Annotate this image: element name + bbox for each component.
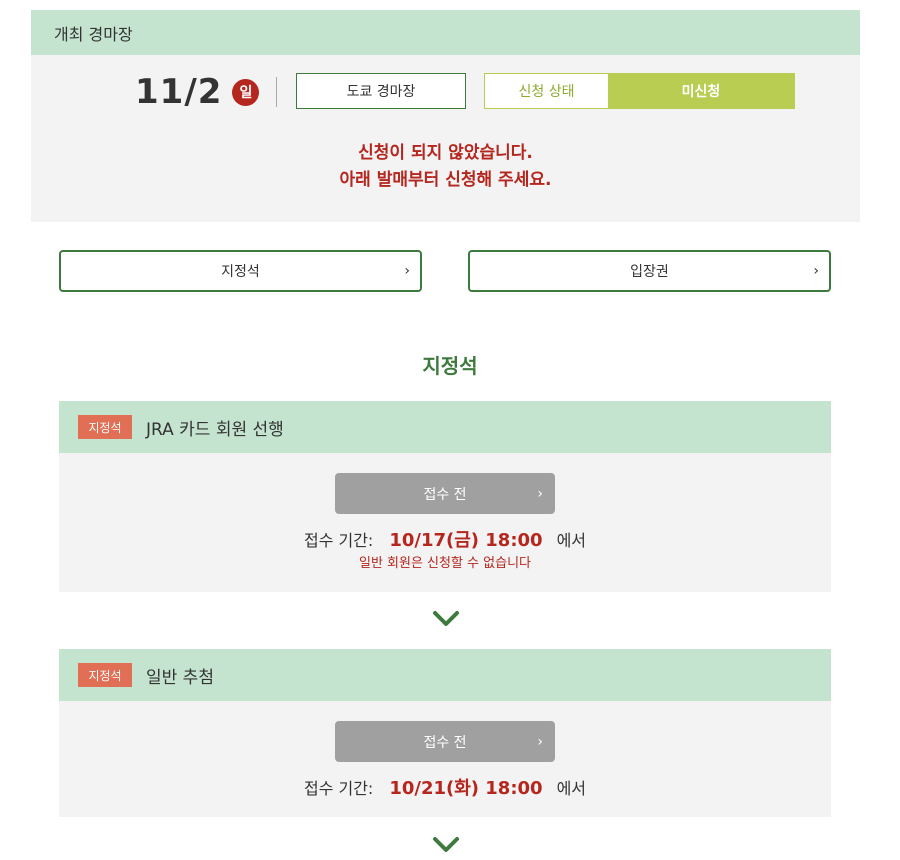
admission-ticket-link-label: 입장권: [630, 264, 669, 280]
seat-type-tag: 지정석: [78, 415, 132, 439]
button-label: 접수 전: [423, 486, 467, 503]
period-date: 10/21(화) 18:00: [389, 778, 543, 799]
card-body-jra-member: 접수 전 › 접수 기간: 10/17(금) 18:00 에서 일반 회원은 신…: [59, 453, 831, 592]
reception-period: 접수 기간: 10/17(금) 18:00 에서: [59, 526, 831, 552]
reserved-seat-link-button[interactable]: 지정석 ›: [59, 250, 422, 292]
admission-ticket-link-button[interactable]: 입장권 ›: [468, 250, 831, 292]
chevron-right-icon: ›: [813, 263, 819, 279]
warning-line-2: 아래 발매부터 신청해 주세요.: [339, 170, 552, 190]
venue-header-label: 개최 경마장: [54, 24, 133, 44]
chevron-right-icon: ›: [537, 485, 543, 502]
section-title: 지정석: [422, 354, 478, 378]
period-label: 접수 기간:: [303, 779, 374, 798]
divider: [276, 77, 277, 107]
before-reception-button[interactable]: 접수 전 ›: [335, 473, 555, 514]
period-suffix: 에서: [556, 531, 587, 550]
card-title: 일반 추첨: [146, 667, 214, 688]
card-header-jra-member: 지정석 JRA 카드 회원 선행: [59, 401, 831, 453]
period-suffix: 에서: [556, 779, 587, 798]
venue-header: 개최 경마장: [31, 10, 860, 55]
chevron-down-icon: [433, 611, 459, 626]
member-note: 일반 회원은 신청할 수 없습니다: [358, 556, 531, 571]
racecourse-box: 도쿄 경마장: [296, 73, 466, 109]
status-value: 미신청: [608, 74, 794, 108]
card-header-general-lottery: 지정석 일반 추첨: [59, 649, 831, 701]
day-of-week-badge: 일: [232, 78, 260, 106]
application-status: 신청 상태 미신청: [484, 73, 795, 109]
period-label: 접수 기간:: [303, 531, 374, 550]
period-date: 10/17(금) 18:00: [389, 530, 543, 551]
reserved-seat-link-label: 지정석: [221, 264, 260, 280]
warning-line-1: 신청이 되지 않았습니다.: [358, 143, 533, 163]
status-label: 신청 상태: [518, 84, 575, 100]
card-title: JRA 카드 회원 선행: [146, 419, 284, 440]
before-reception-button[interactable]: 접수 전 ›: [335, 721, 555, 762]
card-body-general-lottery: 접수 전 › 접수 기간: 10/21(화) 18:00 에서: [59, 701, 831, 817]
venue-panel: 11/2 일 도쿄 경마장 신청 상태 미신청 신청이 되지 않았습니다. 아래…: [31, 55, 860, 222]
reception-period: 접수 기간: 10/21(화) 18:00 에서: [59, 774, 831, 800]
race-date-text: 11/2: [135, 72, 223, 112]
button-label: 접수 전: [423, 734, 467, 751]
racecourse-name: 도쿄 경마장: [346, 84, 416, 100]
chevron-down-icon: [433, 837, 459, 852]
chevron-right-icon: ›: [404, 263, 410, 279]
seat-type-tag: 지정석: [78, 663, 132, 687]
race-date: 11/2 일: [135, 72, 260, 112]
warning-message: 신청이 되지 않았습니다. 아래 발매부터 신청해 주세요.: [31, 140, 860, 194]
chevron-right-icon: ›: [537, 733, 543, 750]
